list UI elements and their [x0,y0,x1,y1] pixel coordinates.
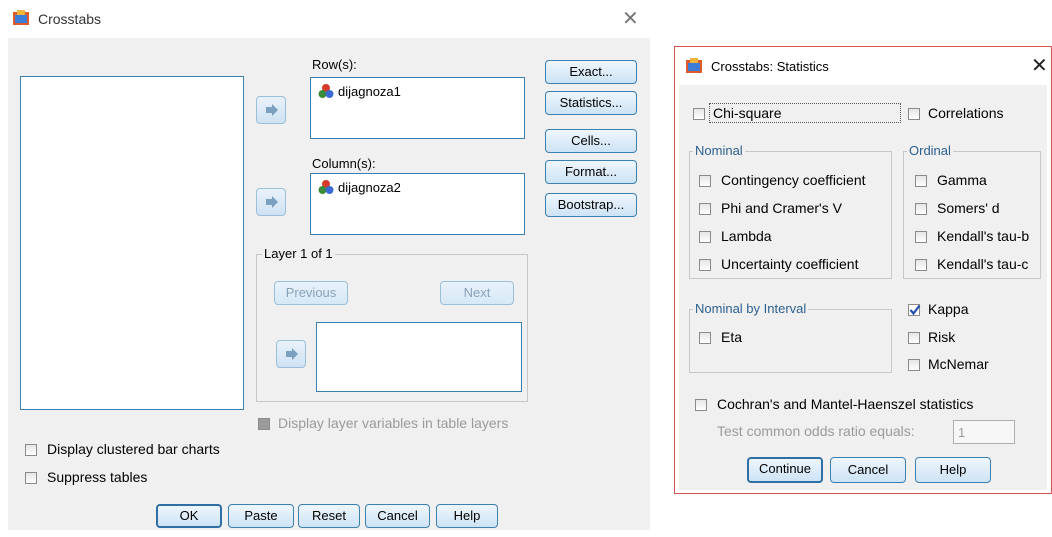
nominal-interval-label: Nominal by Interval [693,301,809,316]
mcnemar-label: McNemar [928,356,989,372]
lambda-checkbox[interactable] [699,231,711,243]
odds-ratio-input[interactable]: 1 [953,420,1015,444]
crosstabs-title: Crosstabs [38,11,102,27]
chi-square-checkbox[interactable] [693,108,705,120]
nominal-label: Nominal [693,143,745,158]
uncertainty-label: Uncertainty coefficient [721,256,859,272]
cells-button[interactable]: Cells... [545,129,637,153]
rows-item[interactable]: dijagnoza1 [338,84,401,99]
crosstabs-dialog: Crosstabs ✕ Row(s): dijagnoza1 Column(s)… [0,0,652,537]
kappa-label: Kappa [928,301,969,317]
arrow-right-icon [266,104,278,116]
columns-item[interactable]: dijagnoza2 [338,180,401,195]
gamma-label: Gamma [937,172,987,188]
display-clustered-label: Display clustered bar charts [47,441,220,457]
kendall-tau-c-label: Kendall's tau-c [937,256,1029,272]
format-button[interactable]: Format... [545,160,637,184]
chi-square-label: Chi-square [713,105,782,121]
somers-d-checkbox[interactable] [915,203,927,215]
correlations-checkbox[interactable] [908,108,920,120]
rows-label: Row(s): [312,57,357,72]
risk-label: Risk [928,329,956,345]
kendall-tau-b-label: Kendall's tau-b [937,228,1030,244]
layer-label: Layer 1 of 1 [262,246,335,261]
kappa-checkbox[interactable] [908,304,921,316]
statistics-button[interactable]: Statistics... [545,91,637,115]
statistics-app-icon [685,58,703,74]
suppress-tables-checkbox[interactable] [25,472,37,484]
crosstabs-app-icon [12,10,30,26]
kendall-tau-b-checkbox[interactable] [915,231,927,243]
statistics-dialog: Crosstabs: Statistics ✕ Chi-square Corre… [674,46,1052,494]
source-variable-list[interactable] [20,76,244,410]
columns-label: Column(s): [312,156,376,171]
display-clustered-checkbox[interactable] [25,444,37,456]
cochran-checkbox[interactable] [695,399,707,411]
display-layer-label: Display layer variables in table layers [278,415,509,431]
eta-label: Eta [721,329,743,345]
paste-button[interactable]: Paste [228,504,294,528]
odds-ratio-label: Test common odds ratio equals: [717,423,915,439]
nominal-interval-group [689,309,892,373]
statistics-close-icon[interactable]: ✕ [1031,53,1048,78]
ok-button[interactable]: OK [156,504,222,528]
variable-icon [318,179,334,195]
arrow-right-icon [286,348,298,360]
help-button[interactable]: Help [436,504,498,528]
stats-help-button[interactable]: Help [915,457,991,483]
reset-button[interactable]: Reset [298,504,360,528]
move-to-layer-button[interactable] [276,340,306,368]
eta-checkbox[interactable] [699,332,711,344]
checkmark-icon [909,304,921,316]
kendall-tau-c-checkbox[interactable] [915,259,927,271]
mcnemar-checkbox[interactable] [908,359,920,371]
cochran-label: Cochran's and Mantel-Haenszel statistics [717,396,974,412]
layer-list[interactable] [316,322,522,392]
variable-icon [318,83,334,99]
lambda-label: Lambda [721,228,772,244]
contingency-label: Contingency coefficient [721,172,866,188]
cancel-button[interactable]: Cancel [365,504,430,528]
suppress-tables-label: Suppress tables [47,469,148,485]
previous-button[interactable]: Previous [274,281,348,305]
continue-button[interactable]: Continue [747,457,823,483]
bootstrap-button[interactable]: Bootstrap... [545,193,637,217]
phi-cramer-checkbox[interactable] [699,203,711,215]
move-to-rows-button[interactable] [256,96,286,124]
correlations-label: Correlations [928,105,1004,121]
somers-d-label: Somers' d [937,200,1000,216]
next-button[interactable]: Next [440,281,514,305]
statistics-title: Crosstabs: Statistics [711,59,829,74]
move-to-columns-button[interactable] [256,188,286,216]
odds-ratio-value: 1 [958,425,966,440]
ordinal-label: Ordinal [907,143,953,158]
contingency-checkbox[interactable] [699,175,711,187]
crosstabs-close-icon[interactable]: ✕ [622,6,639,31]
arrow-right-icon [266,196,278,208]
phi-cramer-label: Phi and Cramer's V [721,200,842,216]
gamma-checkbox[interactable] [915,175,927,187]
stats-cancel-button[interactable]: Cancel [830,457,906,483]
risk-checkbox[interactable] [908,332,920,344]
uncertainty-checkbox[interactable] [699,259,711,271]
display-layer-checkbox[interactable] [258,418,270,430]
exact-button[interactable]: Exact... [545,60,637,84]
